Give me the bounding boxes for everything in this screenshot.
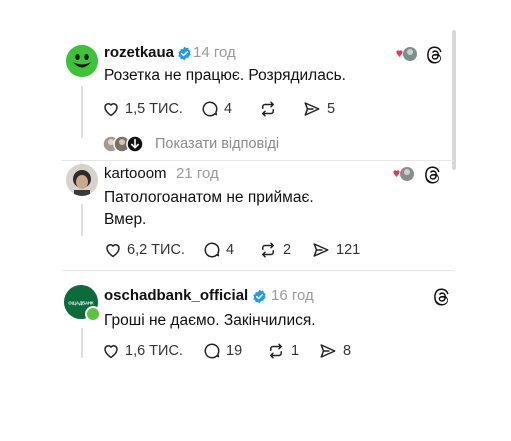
comment-icon bbox=[204, 242, 220, 258]
username[interactable]: rozetkaua bbox=[104, 44, 174, 61]
heart-icon bbox=[393, 170, 400, 177]
heart-icon bbox=[106, 244, 120, 258]
avatar-kartooom[interactable] bbox=[66, 164, 98, 196]
share-icon bbox=[313, 243, 329, 257]
post-text: Розетка не працює. Розрядилась. bbox=[104, 67, 346, 84]
divider bbox=[62, 270, 454, 271]
liked-by-avatars bbox=[393, 167, 414, 181]
threads-logo-icon[interactable] bbox=[426, 45, 444, 65]
threads-logo-icon[interactable] bbox=[424, 165, 442, 185]
comment-button[interactable]: 4 bbox=[201, 100, 232, 118]
avatar-rozetkaua[interactable] bbox=[66, 45, 98, 77]
like-button[interactable]: 6,2 ТИС. bbox=[104, 241, 185, 259]
like-count: 1,6 ТИС. bbox=[125, 343, 183, 359]
online-indicator bbox=[85, 306, 101, 322]
timestamp: 16 год bbox=[271, 287, 314, 304]
share-icon bbox=[304, 102, 320, 116]
post-text-line2: Вмер. bbox=[104, 211, 147, 228]
verified-icon bbox=[253, 289, 266, 304]
like-count: 1,5 ТИС. bbox=[125, 101, 183, 117]
comment-count: 19 bbox=[226, 343, 243, 359]
like-button[interactable]: 1,6 ТИС. bbox=[102, 342, 183, 360]
thread-line bbox=[81, 204, 83, 236]
like-count: 6,2 ТИС. bbox=[127, 242, 185, 258]
scrollbar[interactable] bbox=[452, 30, 456, 170]
username[interactable]: kartooom bbox=[104, 165, 167, 182]
timestamp: 21 год bbox=[176, 165, 219, 182]
comment-button[interactable]: 19 bbox=[203, 342, 242, 360]
repost-button[interactable]: 1 bbox=[266, 342, 299, 360]
liked-by-avatars bbox=[396, 47, 417, 61]
repost-count: 2 bbox=[283, 242, 292, 258]
repost-icon bbox=[270, 343, 282, 359]
repost-icon bbox=[262, 242, 274, 258]
comment-count: 4 bbox=[226, 242, 235, 258]
share-icon bbox=[320, 344, 336, 358]
comment-count: 4 bbox=[224, 101, 233, 117]
show-replies-link[interactable]: Показати відповіді bbox=[155, 136, 279, 152]
threads-logo-icon[interactable] bbox=[433, 287, 451, 307]
share-count: 121 bbox=[336, 242, 361, 258]
heart-icon bbox=[104, 103, 118, 117]
comment-icon bbox=[202, 101, 218, 117]
share-button[interactable]: 5 bbox=[302, 100, 335, 118]
rozetka-smile-logo-icon bbox=[66, 45, 98, 77]
share-button[interactable]: 8 bbox=[318, 342, 351, 360]
share-count: 8 bbox=[343, 343, 352, 359]
heart-icon bbox=[104, 345, 118, 359]
share-button[interactable]: 121 bbox=[311, 241, 360, 259]
share-count: 5 bbox=[327, 101, 336, 117]
comment-button[interactable]: 4 bbox=[203, 241, 234, 259]
repost-count: 1 bbox=[291, 343, 300, 359]
post-text-line1: Патологоанатом не приймає. bbox=[104, 189, 314, 206]
thread-line bbox=[81, 86, 83, 138]
post-text: Гроші не даємо. Закінчилися. bbox=[104, 312, 316, 329]
comment-icon bbox=[204, 343, 220, 359]
svg-text:ОЩАДБАНК: ОЩАДБАНК bbox=[68, 301, 94, 306]
repost-button[interactable]: 2 bbox=[258, 241, 291, 259]
like-button[interactable]: 1,5 ТИС. bbox=[102, 100, 183, 118]
heart-icon bbox=[396, 50, 403, 57]
repost-icon bbox=[262, 101, 274, 117]
verified-icon bbox=[178, 46, 191, 61]
thread-line bbox=[81, 328, 83, 358]
username[interactable]: oschadbank_official bbox=[104, 287, 248, 304]
timestamp: 14 год bbox=[193, 44, 236, 61]
repost-button[interactable] bbox=[258, 100, 283, 118]
divider bbox=[62, 160, 454, 161]
reply-avatars bbox=[102, 135, 144, 153]
avatar-photo bbox=[66, 164, 98, 196]
